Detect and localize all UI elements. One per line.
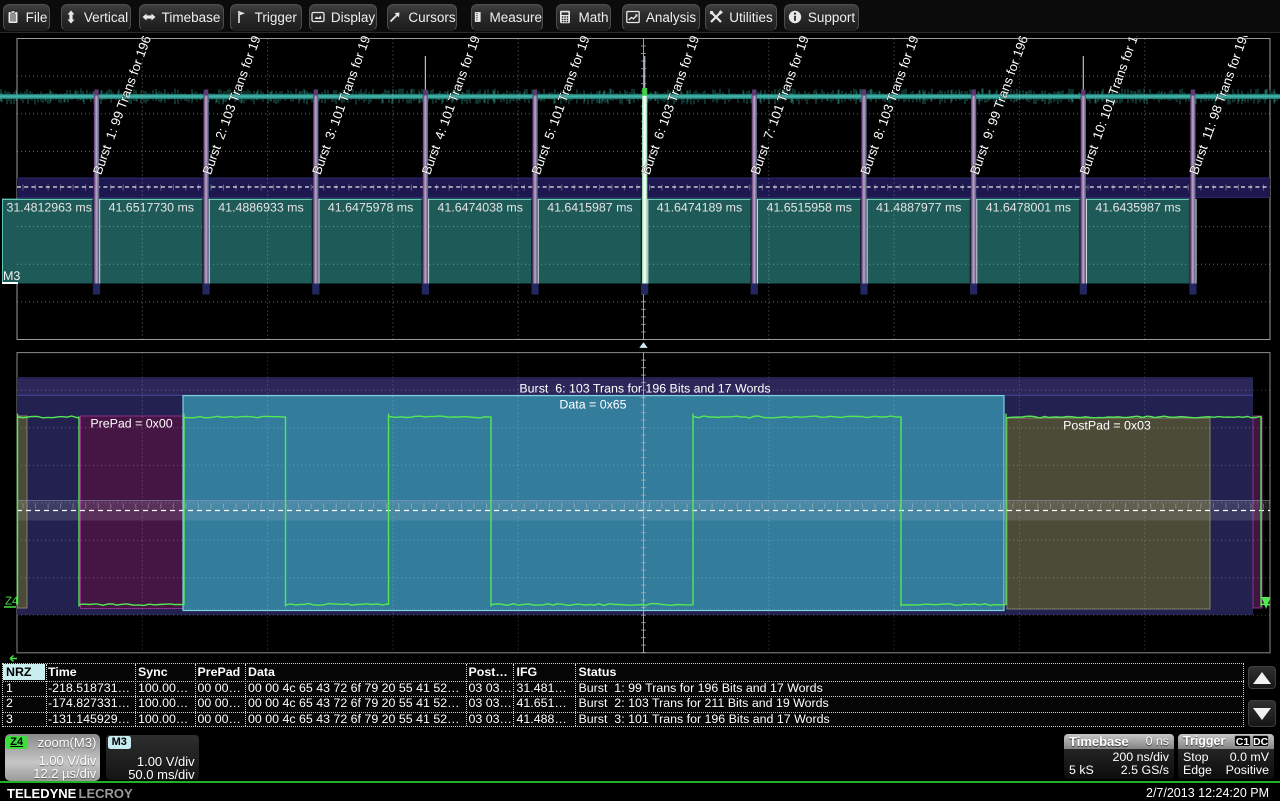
svg-text:Data = 0x65: Data = 0x65 bbox=[559, 398, 626, 412]
svg-text:41.4887977 ms: 41.4887977 ms bbox=[876, 201, 961, 215]
svg-text:41.6515958 ms: 41.6515958 ms bbox=[766, 201, 851, 215]
svg-text:41.6475978 ms: 41.6475978 ms bbox=[328, 201, 413, 215]
svg-text:41.6435987 ms: 41.6435987 ms bbox=[1095, 201, 1180, 215]
svg-text:PrePad = 0x00: PrePad = 0x00 bbox=[90, 417, 172, 431]
svg-text:PostPad = 0x03: PostPad = 0x03 bbox=[1063, 419, 1151, 433]
svg-text:Burst 6: 103 Trans for 196 Bi: Burst 6: 103 Trans for 196 Bits and 17 W… bbox=[519, 382, 770, 396]
svg-text:31.4812963 ms: 31.4812963 ms bbox=[6, 201, 91, 215]
svg-text:M3: M3 bbox=[3, 269, 20, 283]
svg-text:41.6415987 ms: 41.6415987 ms bbox=[547, 201, 632, 215]
svg-text:Z4: Z4 bbox=[5, 596, 19, 608]
svg-text:41.6474038 ms: 41.6474038 ms bbox=[437, 201, 522, 215]
svg-text:41.6517730 ms: 41.6517730 ms bbox=[109, 201, 194, 215]
svg-text:41.6478001 ms: 41.6478001 ms bbox=[986, 201, 1071, 215]
svg-text:41.4886933 ms: 41.4886933 ms bbox=[218, 201, 303, 215]
svg-text:41.6474189 ms: 41.6474189 ms bbox=[657, 201, 742, 215]
